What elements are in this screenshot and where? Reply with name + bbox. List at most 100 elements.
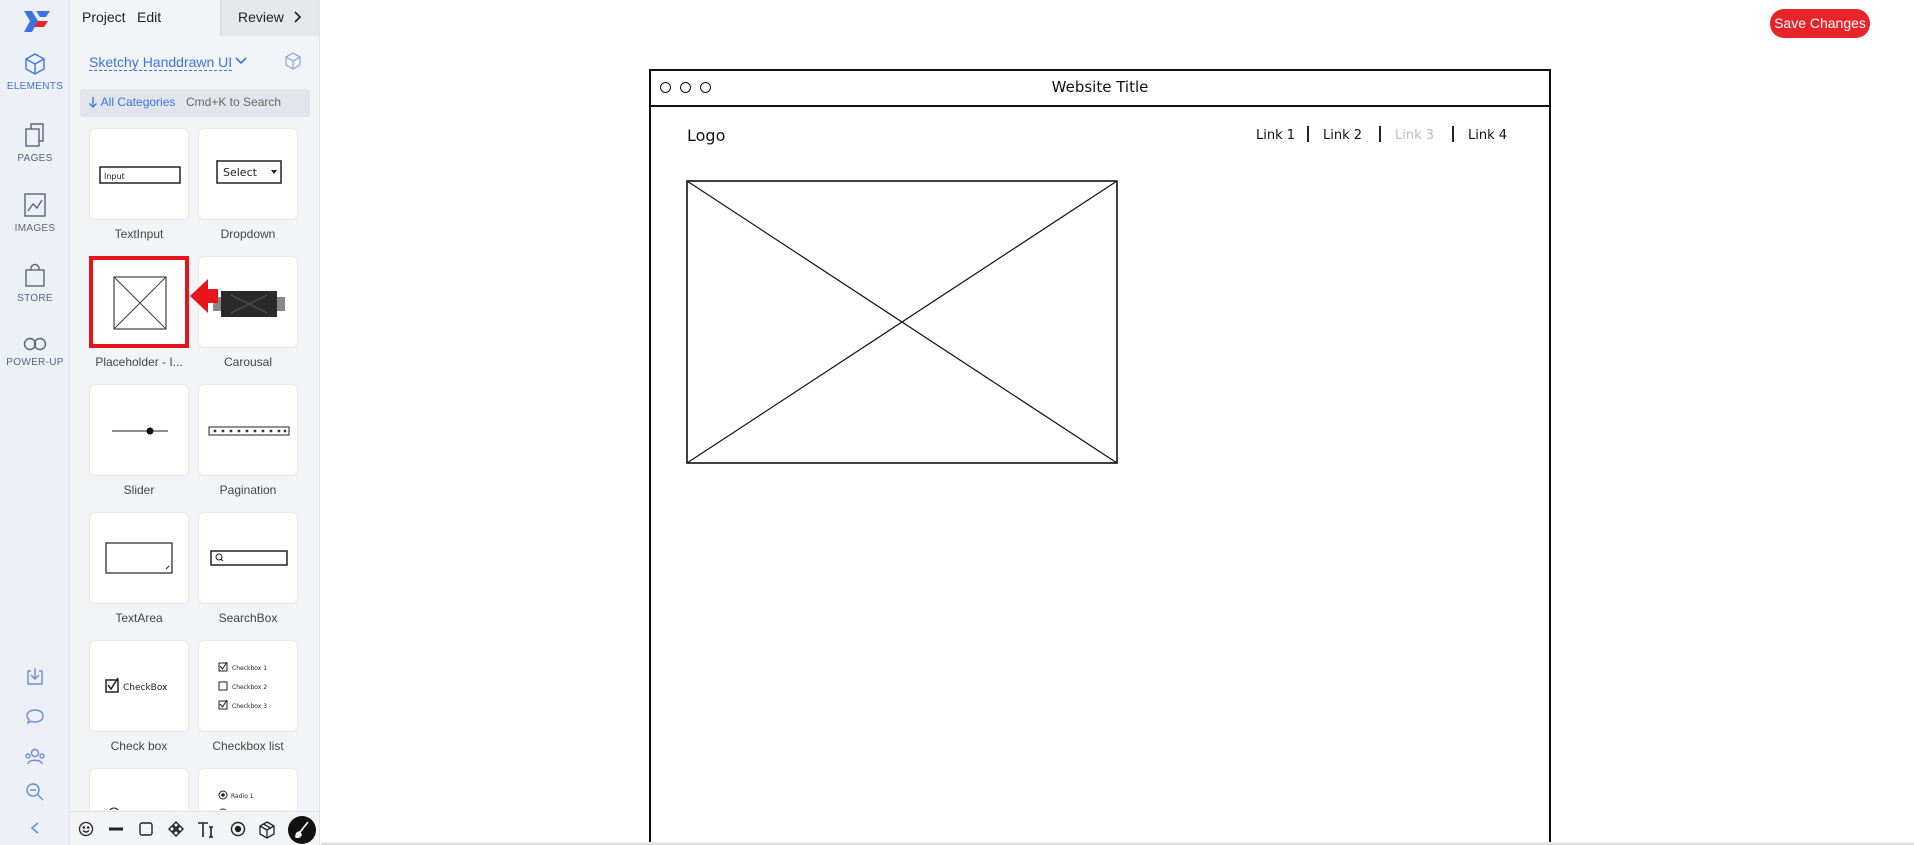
- zoom-button[interactable]: [0, 782, 70, 802]
- checkbox-list-item: Checkbox 1: [232, 665, 267, 672]
- tile-label: Placeholder - I...: [95, 355, 183, 369]
- tile-preview: [198, 256, 298, 348]
- element-tile-pagination[interactable]: Pagination: [198, 384, 298, 497]
- tile-preview: [89, 512, 189, 604]
- comments-button[interactable]: [0, 707, 70, 727]
- rail-item-images[interactable]: IMAGES: [0, 192, 70, 234]
- element-tile-radio-list[interactable]: Radio 1: [198, 768, 298, 810]
- menu-bar: Project Edit Review: [70, 0, 319, 36]
- all-categories-button[interactable]: All Categories: [88, 95, 175, 109]
- dropdown-preview: Select: [216, 160, 282, 184]
- checkbox-preview-text: CheckBox: [123, 683, 168, 693]
- rectangle-icon[interactable]: [138, 821, 154, 837]
- wireframe-link[interactable]: Link 4: [1468, 128, 1507, 143]
- images-icon: [24, 193, 46, 217]
- tile-label: Pagination: [219, 483, 277, 497]
- text-icon[interactable]: [196, 821, 216, 839]
- rail-item-power-up[interactable]: POWER-UP: [0, 336, 70, 368]
- library-cube-icon[interactable]: [284, 52, 302, 70]
- line-icon[interactable]: [108, 821, 124, 837]
- emoji-icon[interactable]: [78, 821, 94, 837]
- elements-panel: Project Edit Review Sketchy Handdrawn UI…: [70, 0, 320, 845]
- menu-edit[interactable]: Edit: [137, 9, 161, 25]
- element-tile-placeholder-image[interactable]: Placeholder - I...: [89, 256, 189, 369]
- collapse-panel-button[interactable]: [0, 821, 70, 835]
- app-logo[interactable]: [22, 8, 52, 36]
- tile-preview: Checkbox 1 Checkbox 2 Checkbox 3: [198, 640, 298, 732]
- zoom-icon: [26, 783, 44, 801]
- review-label: Review: [238, 9, 284, 25]
- review-button[interactable]: Review: [220, 0, 319, 36]
- checkbox-list-item: Checkbox 3: [232, 703, 267, 710]
- tile-label: Checkbox list: [212, 739, 284, 753]
- textinput-preview-text: Input: [104, 172, 125, 181]
- tile-preview: [89, 768, 189, 810]
- element-tile-dropdown[interactable]: Select Dropdown: [198, 128, 298, 241]
- pages-icon: [25, 123, 44, 147]
- rail-item-pages[interactable]: PAGES: [0, 122, 70, 164]
- rail-label: STORE: [17, 293, 53, 304]
- brush-tool-button[interactable]: [288, 816, 316, 844]
- download-button[interactable]: [0, 666, 70, 686]
- library-name[interactable]: Sketchy Handdrawn UI: [89, 54, 233, 71]
- element-tile-radio[interactable]: [89, 768, 189, 810]
- wireframe-titlebar: Website Title: [651, 71, 1549, 107]
- rail-label: POWER-UP: [6, 357, 64, 368]
- rail-item-store[interactable]: STORE: [0, 262, 70, 304]
- tile-preview: CheckBox: [89, 640, 189, 732]
- menu-project[interactable]: Project: [82, 9, 126, 25]
- rail-label: IMAGES: [14, 223, 56, 234]
- tile-label: SearchBox: [218, 611, 278, 625]
- save-changes-button[interactable]: Save Changes: [1770, 9, 1870, 38]
- library-selector: Sketchy Handdrawn UI: [70, 50, 319, 74]
- radio-list-preview: Radio 1: [218, 790, 254, 810]
- wireframe-logo[interactable]: Logo: [687, 126, 725, 145]
- wireframe-image-placeholder[interactable]: [686, 180, 1118, 464]
- checkbox-preview: CheckBox: [105, 677, 168, 693]
- search-hint: Cmd+K to Search: [186, 95, 282, 109]
- tile-preview: [89, 384, 189, 476]
- rail-item-elements[interactable]: ELEMENTS: [0, 52, 70, 92]
- tile-preview: Input: [89, 128, 189, 220]
- box-icon[interactable]: [258, 821, 276, 839]
- nav-divider: [1307, 126, 1309, 142]
- radio-list-item: Radio 1: [231, 793, 254, 800]
- tile-label: Carousal: [223, 355, 273, 369]
- element-tile-searchbox[interactable]: SearchBox: [198, 512, 298, 625]
- wireframe-link-disabled[interactable]: Link 3: [1395, 128, 1434, 143]
- element-tile-checkbox[interactable]: CheckBox Check box: [89, 640, 189, 753]
- element-tile-textinput[interactable]: Input TextInput: [89, 128, 189, 241]
- element-tile-carousal[interactable]: Carousal: [198, 256, 298, 369]
- brush-icon: [295, 821, 309, 839]
- move-icon[interactable]: [168, 821, 184, 837]
- pagination-preview: [208, 426, 290, 436]
- chevron-right-icon: [294, 11, 302, 23]
- left-nav-rail: ELEMENTS PAGES IMAGES STORE POWER-UP: [0, 0, 70, 845]
- cube-icon: [25, 53, 45, 75]
- wireframe-link[interactable]: Link 2: [1323, 128, 1362, 143]
- collaborators-button[interactable]: [0, 747, 70, 767]
- tile-label: Check box: [110, 739, 168, 753]
- placeholder-preview: [113, 276, 167, 330]
- rail-label: PAGES: [17, 153, 53, 164]
- tile-label: Slider: [123, 483, 155, 497]
- element-grid: Input TextInput Select Dropdown Placehol…: [70, 124, 319, 810]
- radio-preview: [109, 807, 119, 810]
- wireframe-link[interactable]: Link 1: [1256, 128, 1295, 143]
- wireframe-browser-window[interactable]: Website Title Logo Link 1 Link 2 Link 3 …: [649, 69, 1551, 845]
- target-icon[interactable]: [230, 821, 246, 837]
- tile-label: Dropdown: [220, 227, 276, 241]
- chevron-down-icon[interactable]: [234, 56, 248, 66]
- element-tile-textarea[interactable]: TextArea: [89, 512, 189, 625]
- collapse-icon: [30, 822, 39, 834]
- tile-preview: Select: [198, 128, 298, 220]
- comment-icon: [26, 709, 44, 725]
- element-tile-checkbox-list[interactable]: Checkbox 1 Checkbox 2 Checkbox 3 Checkbo…: [198, 640, 298, 753]
- element-tile-slider[interactable]: Slider: [89, 384, 189, 497]
- users-icon: [25, 748, 45, 765]
- element-search-bar[interactable]: All Categories Cmd+K to Search: [80, 89, 310, 117]
- tile-label: TextInput: [114, 227, 164, 241]
- arrow-down-icon: [89, 97, 97, 108]
- wireframe-title[interactable]: Website Title: [651, 78, 1549, 96]
- tile-label: TextArea: [115, 611, 163, 625]
